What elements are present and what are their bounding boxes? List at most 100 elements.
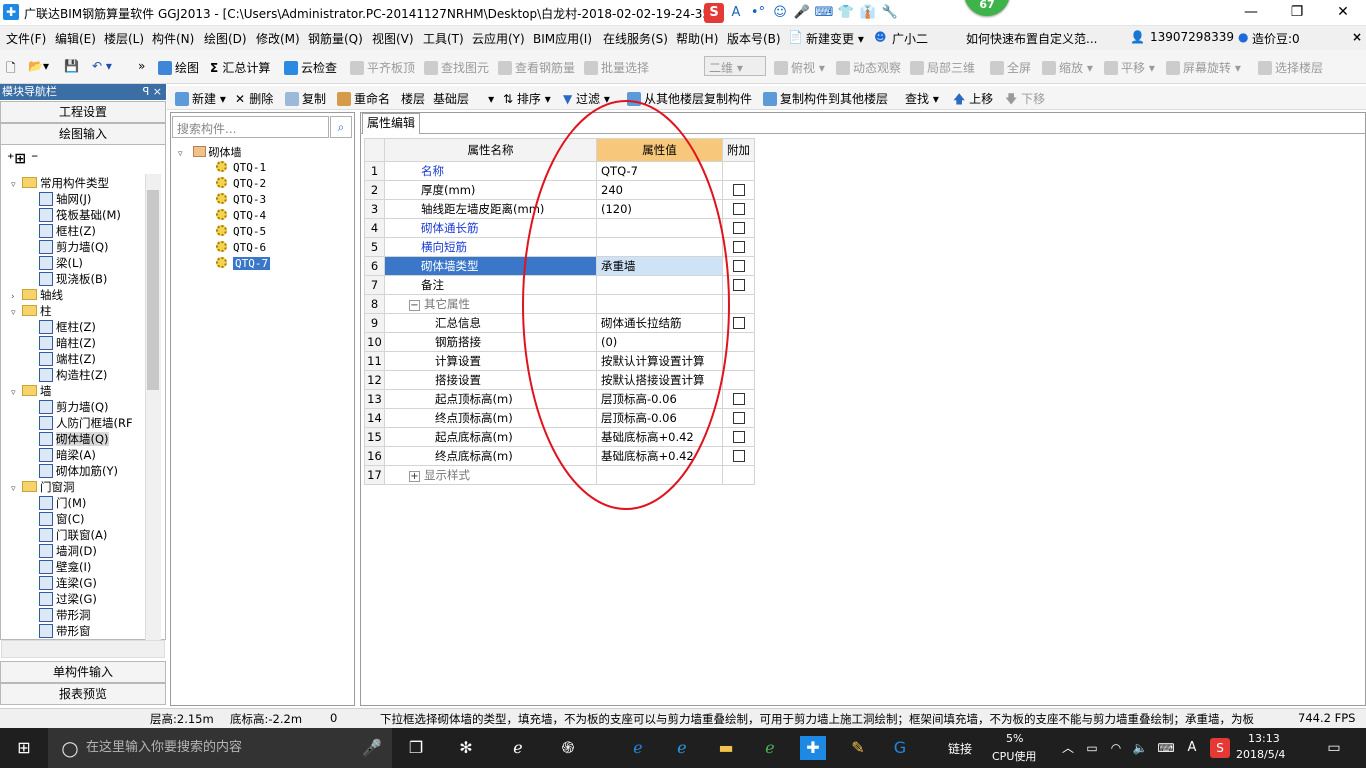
tree-item[interactable]: 梁(L) (39, 255, 83, 271)
collapse-icon[interactable]: ▿ (178, 149, 186, 159)
component-item[interactable]: QTQ-2 (216, 176, 266, 192)
component-search-input[interactable]: 搜索构件... (172, 116, 329, 138)
tree-item[interactable]: 砌体墙(Q) (39, 431, 109, 447)
tree-item[interactable]: 壁龛(I) (39, 559, 91, 575)
ime-emoji-icon[interactable]: ☺ (770, 3, 790, 23)
close-button[interactable]: ✕ (1320, 0, 1366, 26)
tree-item[interactable]: 人防门框墙(RF (39, 415, 133, 431)
tree-item[interactable]: 窗(C) (39, 511, 85, 527)
ime-settings-icon[interactable]: 🔧 (880, 3, 900, 23)
tree-folder[interactable]: ▿ 墙 (11, 383, 52, 399)
menu-version[interactable]: 版本号(B) (727, 30, 781, 47)
collapse-icon[interactable]: − (409, 300, 420, 311)
local-3d-button[interactable]: 局部三维 (910, 59, 975, 76)
component-root[interactable]: ▿ 砌体墙 (178, 144, 242, 160)
additional-checkbox[interactable] (732, 260, 745, 272)
top-view-button[interactable]: 俯视 ▾ (774, 59, 825, 76)
menu-close-icon[interactable]: × (1352, 30, 1362, 44)
project-settings-button[interactable]: 工程设置 (0, 101, 166, 123)
additional-checkbox[interactable] (732, 241, 745, 253)
tree-item[interactable]: 连梁(G) (39, 575, 97, 591)
find-element-button[interactable]: 查找图元 (424, 59, 489, 76)
component-item[interactable]: QTQ-5 (216, 224, 266, 240)
tree-item[interactable]: 门联窗(A) (39, 527, 107, 543)
expand-toggle-icon[interactable]: ▿ (11, 177, 19, 193)
additional-checkbox[interactable] (732, 393, 745, 405)
additional-checkbox[interactable] (732, 412, 745, 424)
menu-bim[interactable]: BIM应用(I) (533, 30, 592, 47)
open-file-icon[interactable]: 📂▾ (28, 59, 49, 73)
delete-button[interactable]: ✕ 删除 (235, 90, 273, 107)
ime-toolbar[interactable]: S A •° ☺ 🎤 ⌨ 👕 👔 🔧 (704, 3, 909, 23)
tree-item[interactable]: 门(M) (39, 495, 86, 511)
rotate-button[interactable]: 屏幕旋转 ▾ (1166, 59, 1241, 76)
taskbar-search[interactable]: 在这里输入你要搜索的内容 (48, 728, 392, 768)
nav-scroll-thumb[interactable] (147, 190, 159, 390)
select-floor-button[interactable]: 选择楼层 (1258, 59, 1323, 76)
menu-assistant[interactable]: 广小二 (892, 30, 928, 47)
sticky-notes-icon[interactable]: ✎ (846, 736, 870, 760)
ime-skin-icon[interactable]: 👕 (836, 3, 856, 23)
tree-item[interactable]: 筏板基础(M) (39, 207, 121, 223)
notification-icon[interactable]: ▭ (1322, 736, 1346, 760)
menu-online[interactable]: 在线服务(S) (603, 30, 668, 47)
tree-item[interactable]: 剪力墙(Q) (39, 399, 109, 415)
view-mode-select[interactable]: 二维 ▾ (704, 56, 766, 76)
component-item[interactable]: QTQ-7 (216, 256, 271, 272)
sogou-icon[interactable]: S (704, 3, 724, 23)
cortana-icon[interactable]: ○ (58, 736, 82, 760)
tree-item[interactable]: 框柱(Z) (39, 223, 96, 239)
task-view-icon[interactable]: ❐ (404, 736, 428, 760)
fullscreen-button[interactable]: 全屏 (990, 59, 1031, 76)
additional-checkbox[interactable] (732, 431, 745, 443)
browser-360-icon[interactable]: ℯ (758, 736, 782, 760)
expand-toggle-icon[interactable]: ▿ (11, 305, 19, 321)
pan-button[interactable]: 平移 ▾ (1104, 59, 1155, 76)
component-item[interactable]: QTQ-4 (216, 208, 266, 224)
wifi-icon[interactable]: ◠ (1104, 736, 1128, 760)
tree-item[interactable]: 构造柱(Z) (39, 367, 107, 383)
minimize-button[interactable]: — (1228, 0, 1274, 26)
additional-checkbox[interactable] (732, 203, 745, 215)
report-preview-button[interactable]: 报表预览 (0, 683, 166, 705)
taskbar-link[interactable]: 链接 (948, 740, 972, 757)
clock-time[interactable]: 13:13 (1248, 732, 1280, 745)
tree-item[interactable]: 带形窗 (39, 623, 91, 639)
menu-modify[interactable]: 修改(M) (256, 30, 300, 47)
tree-item[interactable]: 剪力墙(Q) (39, 239, 109, 255)
toolbar-more-icon[interactable]: » (138, 59, 145, 73)
tab-property-edit[interactable]: 属性编辑 (362, 113, 420, 134)
ime-lang-indicator[interactable]: A (1180, 736, 1204, 760)
zoom-button[interactable]: 缩放 ▾ (1042, 59, 1093, 76)
tree-item[interactable]: 暗柱(Z) (39, 335, 96, 351)
user-phone[interactable]: 13907298339 (1150, 30, 1234, 44)
ie-icon[interactable]: ℯ (670, 736, 694, 760)
move-down-button[interactable]: 🡇 下移 (1005, 90, 1045, 111)
ime-punct-icon[interactable]: •° (748, 3, 768, 23)
ime-keyboard-icon[interactable]: ⌨ (814, 3, 834, 23)
menu-tools[interactable]: 工具(T) (423, 30, 464, 47)
tree-item[interactable]: 墙洞(D) (39, 543, 97, 559)
spiral-app-icon[interactable]: ֍ (556, 736, 580, 760)
additional-checkbox[interactable] (732, 317, 745, 329)
copy-to-floor-button[interactable]: 复制构件到其他楼层 (763, 90, 888, 107)
tree-item[interactable]: 砌体加筋(Y) (39, 463, 118, 479)
promo-link[interactable]: 如何快速布置自定义范... (966, 30, 1097, 47)
menu-new-change[interactable]: 新建变更 ▾ (806, 30, 864, 47)
additional-checkbox[interactable] (732, 222, 745, 234)
windows-start-icon[interactable]: ⊞ (12, 736, 36, 760)
additional-checkbox[interactable] (732, 279, 745, 291)
move-up-button[interactable]: 🡅 上移 (953, 90, 993, 111)
price-beans[interactable]: 造价豆:0 (1252, 30, 1300, 47)
component-item[interactable]: QTQ-1 (216, 160, 266, 176)
keyboard-icon[interactable]: ⌨ (1154, 736, 1178, 760)
microphone-icon[interactable]: 🎤 (360, 736, 384, 760)
new-component-button[interactable]: 新建 ▾ (175, 90, 226, 107)
tree-item[interactable]: 过梁(G) (39, 591, 97, 607)
sum-button[interactable]: Σ 汇总计算 (210, 59, 270, 76)
tree-folder[interactable]: ▿ 常用构件类型 (11, 175, 109, 191)
expand-all-icon[interactable]: ⁺⊞ ⁻ (7, 151, 38, 167)
menu-component[interactable]: 构件(N) (152, 30, 194, 47)
tree-folder[interactable]: ▿ 柱 (11, 303, 52, 319)
single-input-button[interactable]: 单构件输入 (0, 661, 166, 683)
